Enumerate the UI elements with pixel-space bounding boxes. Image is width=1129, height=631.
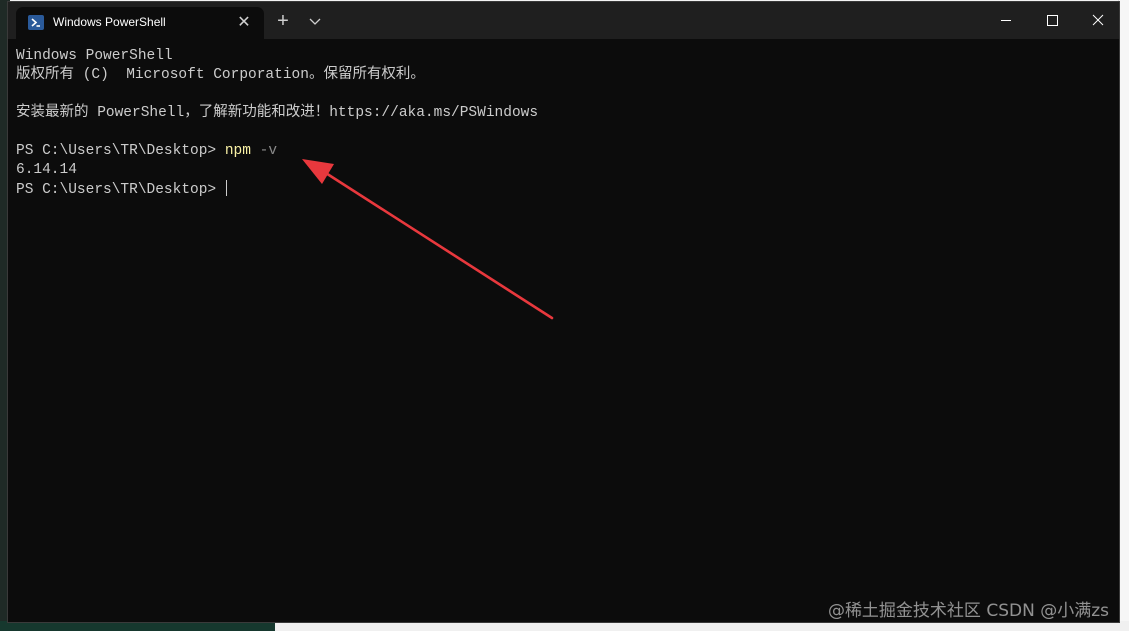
tab-close-icon[interactable]: ✕: [232, 11, 256, 35]
console-line: 版权所有 (C) Microsoft Corporation。保留所有权利。: [16, 67, 425, 83]
command: npm: [224, 143, 251, 159]
console-output[interactable]: Windows PowerShell 版权所有 (C) Microsoft Co…: [8, 39, 1119, 622]
console-line: Windows PowerShell: [16, 48, 173, 64]
tab-windows-powershell[interactable]: Windows PowerShell ✕: [16, 7, 264, 39]
watermark: @稀土掘金技术社区 CSDN @小满zs: [827, 601, 1109, 621]
prompt: PS C:\Users\TR\Desktop>: [16, 182, 225, 198]
command-argument: -v: [250, 143, 278, 159]
close-button[interactable]: [1075, 2, 1121, 39]
maximize-icon: [1047, 15, 1058, 26]
minimize-icon: [1001, 20, 1011, 21]
powershell-icon: [28, 15, 44, 30]
minimize-button[interactable]: [983, 2, 1029, 39]
maximize-button[interactable]: [1029, 2, 1075, 39]
text-cursor: [225, 180, 227, 196]
title-bar[interactable]: Windows PowerShell ✕ +: [8, 2, 1119, 39]
scrollbar[interactable]: [1113, 39, 1119, 622]
new-tab-button[interactable]: +: [270, 8, 296, 34]
chevron-down-icon[interactable]: [302, 8, 328, 34]
close-icon: [1092, 14, 1104, 26]
command-output: 6.14.14: [16, 162, 77, 178]
terminal-window: Windows PowerShell ✕ + Windows PowerShel…: [7, 1, 1120, 623]
console-line: 安装最新的 PowerShell，了解新功能和改进！https://aka.ms…: [16, 105, 539, 121]
current-prompt-line[interactable]: PS C:\Users\TR\Desktop>: [16, 180, 1119, 199]
tab-title: Windows PowerShell: [53, 15, 166, 29]
command-line: PS C:\Users\TR\Desktop> npm -v: [16, 142, 1119, 161]
prompt: PS C:\Users\TR\Desktop>: [16, 143, 225, 159]
